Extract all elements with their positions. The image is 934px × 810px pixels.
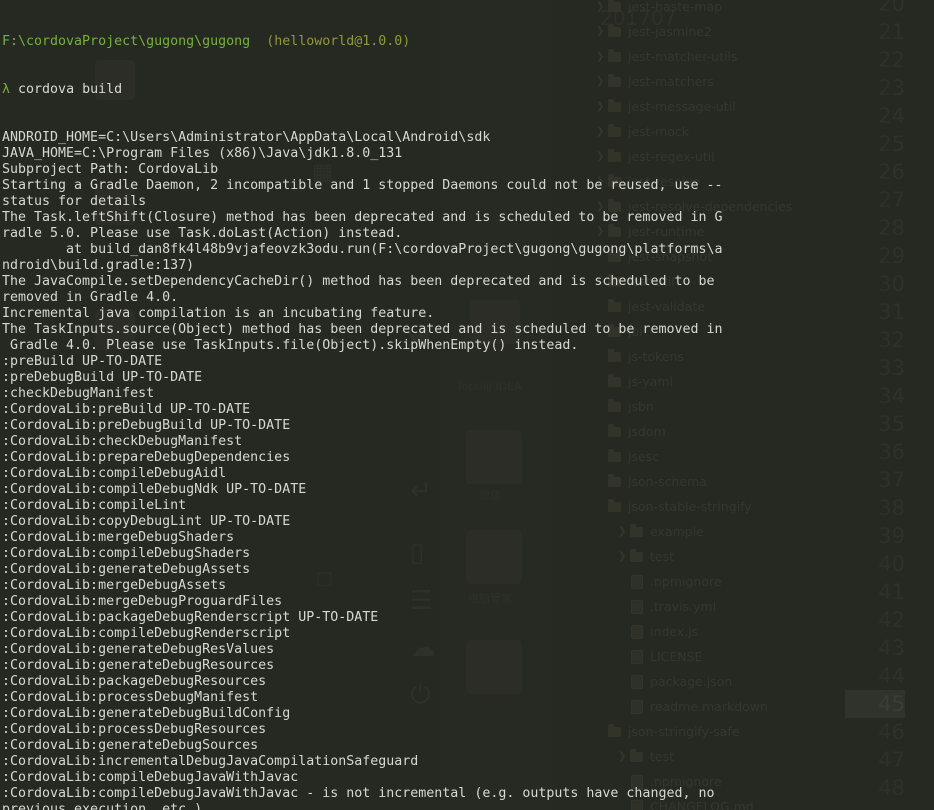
- console-line: ANDROID_HOME=C:\Users\Administrator\AppD…: [2, 130, 491, 145]
- console-line: :preBuild UP-TO-DATE: [2, 354, 163, 369]
- console-line: at build_dan8fk4l48b9vjafeovzk3odu.run(F…: [2, 242, 723, 257]
- console-line: :CordovaLib:preDebugBuild UP-TO-DATE: [2, 418, 291, 433]
- console-line: :CordovaLib:packageDebugResources: [2, 674, 267, 689]
- console-line: previous execution, etc.).: [2, 802, 211, 810]
- console-line: The TaskInputs.source(Object) method has…: [2, 322, 723, 337]
- console-line: :CordovaLib:checkDebugManifest: [2, 434, 243, 449]
- console-line: :CordovaLib:mergeDebugProguardFiles: [2, 594, 283, 609]
- console-line: :CordovaLib:prepareDebugDependencies: [2, 450, 291, 465]
- console-line: :CordovaLib:compileDebugJavaWithJavac: [2, 770, 299, 785]
- console-line: :CordovaLib:processDebugManifest: [2, 690, 259, 705]
- console-line: :CordovaLib:compileLint: [2, 498, 187, 513]
- console-line: :CordovaLib:mergeDebugAssets: [2, 578, 227, 593]
- console-line: JAVA_HOME=C:\Program Files (x86)\Java\jd…: [2, 146, 403, 161]
- console-line: :CordovaLib:compileDebugShaders: [2, 546, 251, 561]
- console-line: :CordovaLib:incrementalDebugJavaCompilat…: [2, 754, 419, 769]
- console-line: :preDebugBuild UP-TO-DATE: [2, 370, 203, 385]
- console-line: :CordovaLib:generateDebugResources: [2, 658, 275, 673]
- command-text: cordova build: [18, 82, 123, 97]
- console-line: :CordovaLib:packageDebugRenderscript UP-…: [2, 610, 379, 625]
- console-line: status for details: [2, 194, 147, 209]
- console-line: :CordovaLib:processDebugResources: [2, 722, 267, 737]
- prompt-package-tag: (helloworld@1.0.0): [266, 34, 411, 49]
- console-output[interactable]: F:\cordovaProject\gugong\gugong (hellowo…: [0, 0, 934, 810]
- console-line: ndroid\build.gradle:137): [2, 258, 195, 273]
- console-line: Incremental java compilation is an incub…: [2, 306, 435, 321]
- console-line: :CordovaLib:copyDebugLint UP-TO-DATE: [2, 514, 291, 529]
- console-line: :CordovaLib:generateDebugResValues: [2, 642, 275, 657]
- console-line: The Task.leftShift(Closure) method has b…: [2, 210, 723, 225]
- console-line: radle 5.0. Please use Task.doLast(Action…: [2, 226, 403, 241]
- console-line: :CordovaLib:compileDebugRenderscript: [2, 626, 291, 641]
- console-line: Starting a Gradle Daemon, 2 incompatible…: [2, 178, 723, 193]
- console-line: The JavaCompile.setDependencyCacheDir() …: [2, 274, 715, 289]
- console-line: :CordovaLib:generateDebugAssets: [2, 562, 251, 577]
- command-line: λ cordova build: [2, 82, 934, 98]
- console-line: :CordovaLib:compileDebugNdk UP-TO-DATE: [2, 482, 307, 497]
- console-line: :CordovaLib:compileDebugJavaWithJavac - …: [2, 786, 715, 801]
- console-line: :CordovaLib:compileDebugAidl: [2, 466, 227, 481]
- console-line: :checkDebugManifest: [2, 386, 155, 401]
- console-line: :CordovaLib:mergeDebugShaders: [2, 530, 235, 545]
- lambda-prompt-symbol: λ: [2, 82, 11, 97]
- console-line: :CordovaLib:preBuild UP-TO-DATE: [2, 402, 251, 417]
- terminal-window: ◕ ↵ ▯ ☰ ☁ ⏻ ➤ ▦ □ 微信 电脑管家 IntelliJ IDEA …: [0, 0, 934, 810]
- console-line: Gradle 4.0. Please use TaskInputs.file(O…: [2, 338, 579, 353]
- prompt-path: F:\cordovaProject\gugong\gugong: [2, 34, 251, 49]
- console-line: :CordovaLib:generateDebugBuildConfig: [2, 706, 291, 721]
- console-line: Subproject Path: CordovaLib: [2, 162, 219, 177]
- build-log-lines: ANDROID_HOME=C:\Users\Administrator\AppD…: [2, 130, 934, 810]
- console-line: :CordovaLib:generateDebugSources: [2, 738, 259, 753]
- console-line: removed in Gradle 4.0.: [2, 290, 179, 305]
- prompt-line: F:\cordovaProject\gugong\gugong (hellowo…: [2, 34, 934, 50]
